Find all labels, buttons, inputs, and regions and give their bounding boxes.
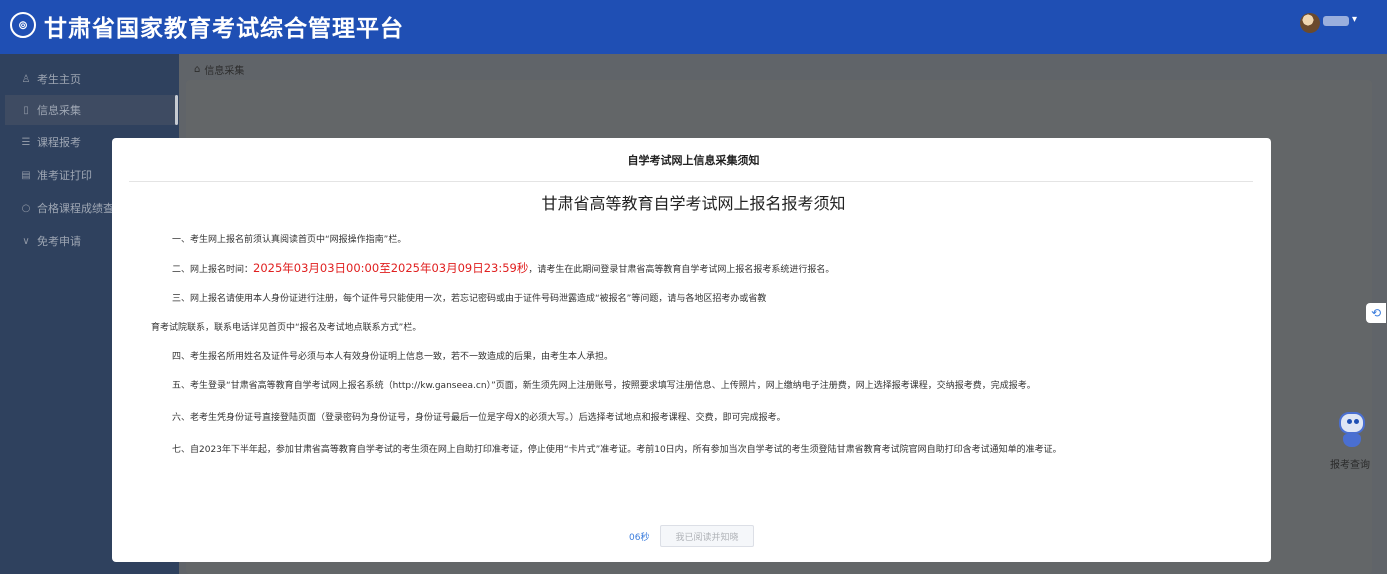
paragraph-suffix: ，请考生在此期间登录甘肃省高等教育自学考试网上报名报考系统进行报名。 xyxy=(528,265,835,275)
sidebar-scrollbar[interactable] xyxy=(175,95,178,125)
breadcrumb-label: 信息采集 xyxy=(204,66,245,77)
robot-eye xyxy=(1354,419,1359,424)
robot-body xyxy=(1343,434,1361,447)
sidebar-item-info-collection[interactable]: ▯ 信息采集 xyxy=(5,95,177,125)
sidebar-item-label: 信息采集 xyxy=(37,104,81,117)
top-header: ⊚ 甘肃省国家教育考试综合管理平台 ▾ xyxy=(0,0,1387,54)
chevron-down-icon[interactable]: ▾ xyxy=(1352,14,1357,25)
confirm-read-button[interactable]: 我已阅读并知晓 xyxy=(660,525,754,547)
list-icon: ☰ xyxy=(21,136,31,148)
modal-title: 自学考试网上信息采集须知 xyxy=(627,154,760,167)
person-icon: ♙ xyxy=(21,73,31,85)
notice-paragraph-7: 七、自2023年下半年起，参加甘肃省高等教育自学考试的考生须在网上自助打印准考证… xyxy=(172,445,1062,455)
sidebar-item-home[interactable]: ♙ 考生主页 xyxy=(5,64,177,94)
notice-paragraph-4: 四、考生报名所用姓名及证件号必须与本人有效身份证明上信息一致，若不一致造成的后果… xyxy=(172,352,614,362)
sidebar-item-label: 准考证打印 xyxy=(37,169,92,182)
sidebar-item-label: 课程报考 xyxy=(37,136,81,149)
registration-time: 2025年03月03日00:00至2025年03月09日23:59秒 xyxy=(253,261,529,275)
robot-head xyxy=(1339,412,1365,434)
breadcrumb: ⌂ 信息采集 xyxy=(194,62,244,77)
sidebar-item-label: 考生主页 xyxy=(37,73,81,86)
robot-assistant-icon[interactable] xyxy=(1337,412,1367,448)
notice-paragraph-3b: 育考试院联系，联系电话详见首页中“报名及考试地点联系方式”栏。 xyxy=(151,323,422,333)
modal-divider xyxy=(129,181,1253,182)
notice-heading: 甘肃省高等教育自学考试网上报名报考须知 xyxy=(541,194,846,213)
notice-paragraph-3a: 三、网上报名请使用本人身份证进行注册，每个证件号只能使用一次，若忘记密码或由于证… xyxy=(172,294,767,304)
check-icon: ∨ xyxy=(22,235,30,247)
notice-paragraph-5: 五、考生登录“甘肃省高等教育自学考试网上报名系统（http://kw.ganse… xyxy=(172,381,1036,391)
refresh-icon[interactable]: ⟲ xyxy=(1366,303,1386,323)
platform-logo-icon: ⊚ xyxy=(10,12,36,38)
notice-paragraph-2: 二、网上报名时间：2025年03月03日00:00至2025年03月09日23:… xyxy=(172,260,834,276)
sidebar-item-label: 免考申请 xyxy=(37,235,81,248)
robot-eye xyxy=(1347,419,1352,424)
paragraph-prefix: 二、网上报名时间： xyxy=(172,265,254,275)
exam-query-label[interactable]: 报考查询 xyxy=(1330,456,1370,471)
notice-paragraph-1: 一、考生网上报名前须认真阅读首页中“网报操作指南”栏。 xyxy=(172,235,407,245)
home-icon[interactable]: ⌂ xyxy=(194,64,200,75)
user-avatar[interactable] xyxy=(1300,13,1320,33)
countdown-timer: 06秒 xyxy=(629,533,650,543)
document-icon: ▯ xyxy=(23,104,29,116)
notice-paragraph-6: 六、老考生凭身份证号直接登陆页面（登录密码为身份证号，身份证号最后一位是字母X的… xyxy=(172,413,786,423)
platform-title: 甘肃省国家教育考试综合管理平台 xyxy=(44,16,404,42)
print-icon: ▤ xyxy=(21,169,31,181)
user-name-redacted[interactable] xyxy=(1323,16,1349,26)
